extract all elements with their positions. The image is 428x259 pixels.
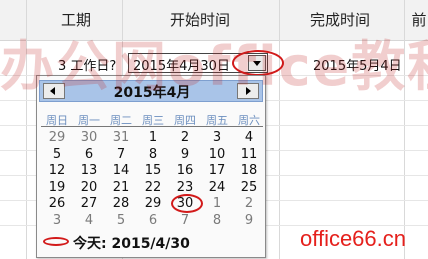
calendar-day[interactable]: 11 <box>233 147 265 162</box>
today-label[interactable]: 今天: 2015/4/30 <box>73 233 190 253</box>
calendar-day[interactable]: 7 <box>105 147 137 162</box>
grid-line <box>279 0 280 259</box>
calendar-day[interactable]: 17 <box>201 163 233 178</box>
annotation-circle <box>232 50 284 76</box>
calendar-day[interactable]: 24 <box>201 180 233 195</box>
calendar-day[interactable]: 5 <box>41 147 73 162</box>
calendar-day[interactable]: 29 <box>41 130 73 145</box>
calendar-day[interactable]: 19 <box>41 180 73 195</box>
calendar-day[interactable]: 28 <box>105 196 137 211</box>
calendar-day[interactable]: 16 <box>169 163 201 178</box>
chevron-right-icon <box>246 87 251 95</box>
calendar-day[interactable]: 21 <box>105 180 137 195</box>
start-date-value: 2015年4月30日 <box>133 59 230 74</box>
calendar-day[interactable]: 23 <box>169 180 201 195</box>
calendar-day[interactable]: 15 <box>137 163 169 178</box>
month-label: 2015年4月 <box>113 85 191 101</box>
calendar-day[interactable]: 9 <box>169 147 201 162</box>
calendar-day[interactable]: 3 <box>41 213 73 228</box>
date-picker-popup: 2015年4月 周日 周一 周二 周三 周四 周五 周六 29 30 31 1 2 3 4 5… <box>36 75 266 258</box>
watermark-site: office66.cn <box>300 226 407 251</box>
grid-line <box>404 0 405 259</box>
calendar-day[interactable]: 31 <box>105 130 137 145</box>
weekday-label: 周六 <box>238 114 260 127</box>
next-month-button[interactable] <box>237 83 259 99</box>
calendar-day[interactable]: 14 <box>105 163 137 178</box>
weekday-label: 周四 <box>174 114 196 127</box>
weekday-label: 周日 <box>46 114 68 127</box>
weekday-label: 周五 <box>206 114 228 127</box>
calendar-day[interactable]: 3 <box>201 130 233 145</box>
calendar-day[interactable]: 13 <box>73 163 105 178</box>
selected-day-circle <box>171 194 203 213</box>
weekday-label: 周二 <box>110 114 132 127</box>
calendar-day[interactable]: 30 <box>73 130 105 145</box>
calendar-day[interactable]: 26 <box>41 196 73 211</box>
calendar-day[interactable]: 2 <box>233 196 265 211</box>
calendar-day[interactable]: 8 <box>201 213 233 228</box>
weekday-label: 周一 <box>78 114 100 127</box>
today-circle-icon <box>43 237 69 246</box>
calendar-day[interactable]: 12 <box>41 163 73 178</box>
calendar-day[interactable]: 7 <box>169 213 201 228</box>
calendar-day[interactable]: 1 <box>201 196 233 211</box>
column-header-finish-time[interactable]: 完成时间 <box>300 0 380 40</box>
calendar-header: 2015年4月 <box>39 80 263 102</box>
calendar-day[interactable]: 10 <box>201 147 233 162</box>
calendar-day[interactable]: 1 <box>137 130 169 145</box>
grid-line <box>26 0 27 259</box>
calendar-day[interactable]: 8 <box>137 147 169 162</box>
calendar-day[interactable]: 9 <box>233 213 265 228</box>
finish-date-cell[interactable]: 2015年5月4日 <box>313 55 402 74</box>
calendar-day[interactable]: 18 <box>233 163 265 178</box>
calendar-day[interactable]: 20 <box>73 180 105 195</box>
calendar-day[interactable]: 5 <box>105 213 137 228</box>
calendar-day[interactable]: 2 <box>169 130 201 145</box>
column-header-truncated[interactable]: 前 <box>410 0 428 40</box>
calendar-day[interactable]: 27 <box>73 196 105 211</box>
calendar-day[interactable]: 6 <box>73 147 105 162</box>
weekday-label: 周三 <box>142 114 164 127</box>
calendar-day[interactable]: 25 <box>233 180 265 195</box>
calendar-day[interactable]: 29 <box>137 196 169 211</box>
calendar-day[interactable]: 22 <box>137 180 169 195</box>
calendar-day[interactable]: 4 <box>233 130 265 145</box>
today-row[interactable]: 今天: 2015/4/30 <box>41 228 263 256</box>
period-cell[interactable]: 3 工作日? <box>58 55 116 74</box>
column-header-row: 工期 开始时间 完成时间 前 <box>0 0 428 41</box>
column-header-start-time[interactable]: 开始时间 <box>150 0 250 40</box>
weekday-header: 周日 周一 周二 周三 周四 周五 周六 <box>41 112 263 127</box>
calendar-day[interactable]: 4 <box>73 213 105 228</box>
column-header-period[interactable]: 工期 <box>55 0 97 40</box>
calendar-day[interactable]: 6 <box>137 213 169 228</box>
